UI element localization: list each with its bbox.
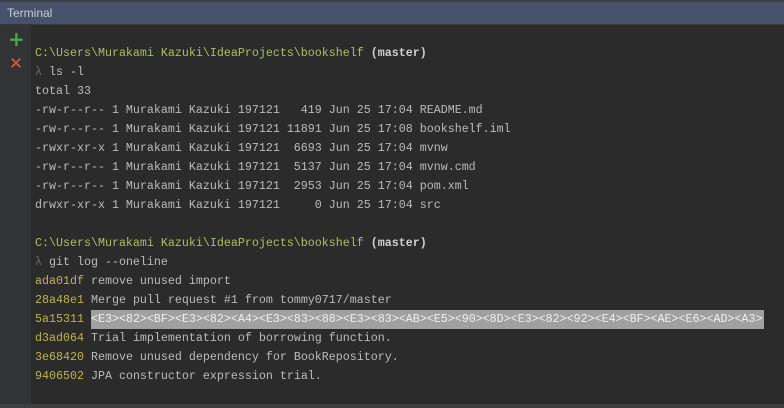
output-line: -rw-r--r-- 1 Murakami Kazuki 197121 1189… bbox=[35, 122, 511, 136]
commit-line: 9406502 JPA constructor expression trial… bbox=[35, 367, 784, 386]
terminal-toolbar: + ✕ bbox=[0, 25, 32, 408]
commit-hash: 9406502 bbox=[35, 369, 84, 383]
commit-hash: d3ad064 bbox=[35, 331, 84, 345]
horizontal-scrollbar[interactable] bbox=[0, 404, 784, 408]
command-line: λ ls -l bbox=[35, 63, 784, 82]
commit-hash: 3e68420 bbox=[35, 350, 84, 364]
commit-message: remove unused import bbox=[90, 274, 231, 288]
prompt-symbol: λ bbox=[35, 65, 42, 79]
terminal-output[interactable]: C:\Users\Murakami Kazuki\IdeaProjects\bo… bbox=[35, 44, 784, 386]
git-branch: (master) bbox=[363, 236, 427, 250]
command-text: ls -l bbox=[42, 65, 84, 79]
terminal-title: Terminal bbox=[7, 6, 53, 20]
cwd-path: C:\Users\Murakami Kazuki\IdeaProjects\bo… bbox=[35, 46, 364, 60]
output-line: -rw-r--r-- 1 Murakami Kazuki 197121 419 … bbox=[35, 103, 483, 117]
commit-line: ada01df remove unused import bbox=[35, 272, 784, 291]
close-icon[interactable]: ✕ bbox=[8, 56, 24, 73]
commit-message: JPA constructor expression trial. bbox=[90, 369, 322, 383]
commit-line: 5a15311 <E3><82><BF><E3><82><A4><E3><83>… bbox=[35, 310, 784, 329]
output-line: drwxr-xr-x 1 Murakami Kazuki 197121 0 Ju… bbox=[35, 198, 441, 212]
commit-line: d3ad064 Trial implementation of borrowin… bbox=[35, 329, 784, 348]
commit-message: Trial implementation of borrowing functi… bbox=[90, 331, 392, 345]
cwd-path: C:\Users\Murakami Kazuki\IdeaProjects\bo… bbox=[35, 236, 364, 250]
prompt-path-line: C:\Users\Murakami Kazuki\IdeaProjects\bo… bbox=[35, 44, 784, 63]
output-line: total 33 bbox=[35, 84, 91, 98]
prompt-symbol: λ bbox=[35, 255, 42, 269]
output-line: -rw-r--r-- 1 Murakami Kazuki 197121 2953… bbox=[35, 179, 469, 193]
selected-commit-message[interactable]: <E3><82><BF><E3><82><A4><E3><83><88><E3>… bbox=[90, 310, 764, 329]
prompt-path-line: C:\Users\Murakami Kazuki\IdeaProjects\bo… bbox=[35, 234, 784, 253]
commit-message: Merge pull request #1 from tommy0717/mas… bbox=[90, 293, 392, 307]
commit-line: 28a48e1 Merge pull request #1 from tommy… bbox=[35, 291, 784, 310]
plus-icon[interactable]: + bbox=[8, 29, 25, 49]
commit-message: Remove unused dependency for BookReposit… bbox=[90, 350, 399, 364]
commit-line: 3e68420 Remove unused dependency for Boo… bbox=[35, 348, 784, 367]
command-text: git log --oneline bbox=[42, 255, 168, 269]
commit-hash: ada01df bbox=[35, 274, 84, 288]
output-line: -rwxr-xr-x 1 Murakami Kazuki 197121 6693… bbox=[35, 141, 448, 155]
commit-hash: 5a15311 bbox=[35, 312, 84, 326]
output-line: -rw-r--r-- 1 Murakami Kazuki 197121 5137… bbox=[35, 160, 476, 174]
git-branch: (master) bbox=[363, 46, 427, 60]
terminal-title-bar: Terminal bbox=[0, 2, 784, 25]
commit-hash: 28a48e1 bbox=[35, 293, 84, 307]
command-line: λ git log --oneline bbox=[35, 253, 784, 272]
